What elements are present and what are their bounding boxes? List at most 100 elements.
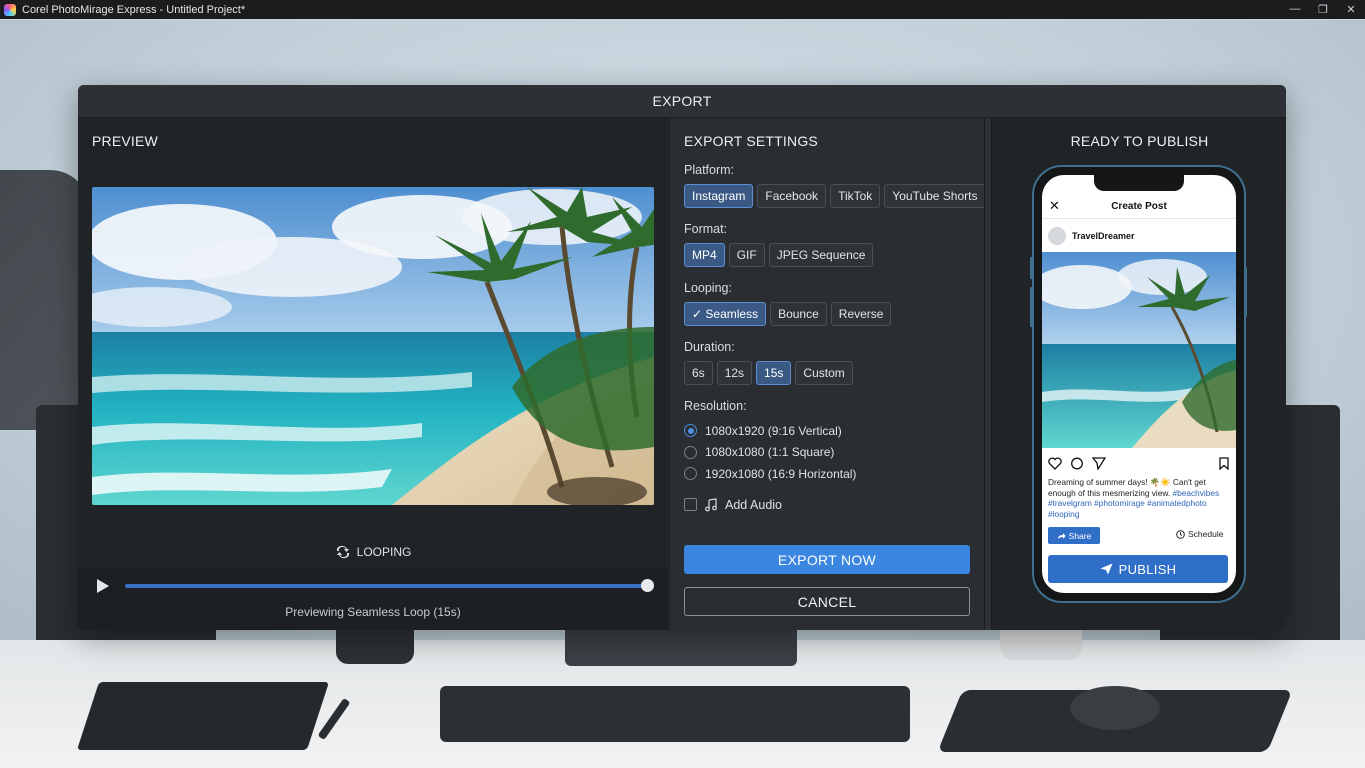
preview-panel: PREVIEW LOOPING Previewing Seamless Loop… — [78, 118, 668, 630]
post-image — [1042, 252, 1236, 448]
duration-label: Duration: — [684, 340, 735, 354]
resolution-horizontal-label: 1920x1080 (16:9 Horizontal) — [705, 466, 857, 481]
settings-title: EXPORT SETTINGS — [684, 133, 818, 149]
looping-seamless[interactable]: ✓ Seamless — [684, 302, 767, 326]
publish-button[interactable]: PUBLISH — [1048, 555, 1228, 583]
radio-icon[interactable] — [684, 445, 697, 459]
looping-settings-label: Looping: — [684, 281, 732, 295]
publish-title: READY TO PUBLISH — [1070, 133, 1209, 149]
publish-label: PUBLISH — [1118, 561, 1177, 577]
heart-icon[interactable] — [1048, 456, 1062, 470]
resolution-options: 1080x1920 (9:16 Vertical) 1080x1080 (1:1… — [684, 420, 974, 485]
play-icon[interactable] — [96, 578, 110, 594]
duration-options: 6s 12s 15s Custom — [684, 361, 974, 385]
share-button[interactable]: Share — [1048, 527, 1100, 544]
post-header: ✕ Create Post — [1042, 195, 1236, 219]
duration-custom[interactable]: Custom — [795, 361, 853, 385]
notebook — [76, 682, 330, 750]
looping-indicator: LOOPING — [78, 545, 668, 559]
export-now-button[interactable]: EXPORT NOW — [684, 545, 970, 574]
monitor-stand — [565, 628, 797, 666]
paper-plane-icon — [1100, 563, 1113, 575]
format-gif[interactable]: GIF — [728, 243, 765, 267]
progress-knob[interactable] — [641, 579, 654, 592]
post-caption: Dreaming of summer days! 🌴☀️ Can't get e… — [1048, 477, 1232, 519]
post-actions — [1048, 455, 1230, 471]
post-username: TravelDreamer — [1072, 231, 1135, 241]
resolution-vertical-label: 1080x1920 (9:16 Vertical) — [705, 423, 842, 438]
send-icon[interactable] — [1092, 456, 1106, 470]
export-settings-panel: EXPORT SETTINGS Platform: Instagram Face… — [669, 118, 986, 630]
radio-icon[interactable] — [684, 467, 697, 481]
phone-side-button — [1030, 287, 1033, 327]
post-header-title: Create Post — [1111, 201, 1167, 212]
phone-screen: ✕ Create Post TravelDreamer Dreaming of … — [1042, 175, 1236, 593]
publish-panel: READY TO PUBLISH ✕ Create Post TravelDre… — [991, 118, 1286, 630]
close-icon[interactable]: ✕ — [1049, 198, 1060, 214]
player-controls: Previewing Seamless Loop (15s) — [78, 568, 668, 630]
schedule-label: Schedule — [1188, 529, 1224, 539]
looping-reverse[interactable]: Reverse — [830, 302, 892, 326]
preview-image — [92, 187, 654, 505]
maximize-icon[interactable]: ❐ — [1309, 3, 1337, 16]
phone-side-button — [1244, 267, 1247, 317]
platform-label: Platform: — [684, 163, 735, 177]
close-window-icon[interactable]: ✕ — [1337, 3, 1365, 16]
lamp — [0, 170, 90, 430]
progress-track[interactable] — [125, 584, 647, 588]
share-label: Share — [1068, 530, 1092, 541]
window-title-bar: Corel PhotoMirage Express - Untitled Pro… — [0, 0, 1365, 19]
phone-notch — [1094, 175, 1184, 191]
platform-facebook[interactable]: Facebook — [757, 184, 827, 208]
cancel-button[interactable]: CANCEL — [684, 587, 970, 616]
radio-selected-icon[interactable] — [684, 424, 697, 438]
beach-scene-image — [92, 187, 654, 505]
resolution-vertical[interactable]: 1080x1920 (9:16 Vertical) — [684, 420, 974, 442]
bookmark-icon[interactable] — [1218, 456, 1230, 470]
platform-instagram[interactable]: Instagram — [684, 184, 754, 208]
duration-6s[interactable]: 6s — [684, 361, 713, 385]
resolution-label: Resolution: — [684, 399, 747, 413]
music-note-icon — [705, 497, 717, 511]
looping-label: LOOPING — [356, 545, 412, 559]
minimize-icon[interactable]: — — [1281, 3, 1309, 16]
duration-15s[interactable]: 15s — [756, 361, 792, 385]
platform-tiktok[interactable]: TikTok — [830, 184, 881, 208]
looping-bounce[interactable]: Bounce — [770, 302, 827, 326]
clock-icon — [1176, 529, 1185, 539]
resolution-square[interactable]: 1080x1080 (1:1 Square) — [684, 442, 974, 464]
resolution-horizontal[interactable]: 1920x1080 (16:9 Horizontal) — [684, 463, 974, 485]
format-label: Format: — [684, 222, 728, 236]
export-dialog: EXPORT PREVIEW LOOPING Previewing Seamle… — [78, 85, 1286, 630]
post-user: TravelDreamer — [1048, 227, 1135, 245]
add-audio-option[interactable]: Add Audio — [684, 498, 974, 512]
resolution-square-label: 1080x1080 (1:1 Square) — [705, 445, 835, 460]
cup — [1000, 628, 1082, 660]
share-arrow-icon — [1057, 532, 1066, 539]
mug — [336, 628, 414, 664]
avatar — [1048, 227, 1066, 245]
add-audio-checkbox[interactable] — [684, 498, 697, 511]
duration-12s[interactable]: 12s — [716, 361, 753, 385]
mouse — [1070, 686, 1160, 730]
window-controls: — ❐ ✕ — [1281, 3, 1365, 16]
panel-divider — [984, 118, 991, 630]
loop-icon — [336, 545, 349, 559]
keyboard — [440, 686, 910, 742]
platform-options: Instagram Facebook TikTok YouTube Shorts — [684, 184, 986, 208]
preview-title: PREVIEW — [92, 133, 158, 149]
phone-mockup: ✕ Create Post TravelDreamer Dreaming of … — [1030, 165, 1247, 603]
dialog-title: EXPORT — [652, 93, 712, 109]
app-logo-icon — [4, 3, 16, 16]
phone-side-button — [1030, 257, 1033, 279]
looping-options: ✓ Seamless Bounce Reverse — [684, 302, 974, 326]
format-mp4[interactable]: MP4 — [684, 243, 725, 267]
format-options: MP4 GIF JPEG Sequence — [684, 243, 974, 267]
window-title: Corel PhotoMirage Express - Untitled Pro… — [22, 3, 246, 16]
post-beach-image — [1042, 252, 1236, 448]
dialog-header: EXPORT — [78, 85, 1286, 118]
comment-icon[interactable] — [1070, 457, 1084, 470]
platform-youtube-shorts[interactable]: YouTube Shorts — [884, 184, 986, 208]
schedule-button[interactable]: Schedule — [1176, 529, 1223, 539]
format-jpeg-sequence[interactable]: JPEG Sequence — [768, 243, 874, 267]
